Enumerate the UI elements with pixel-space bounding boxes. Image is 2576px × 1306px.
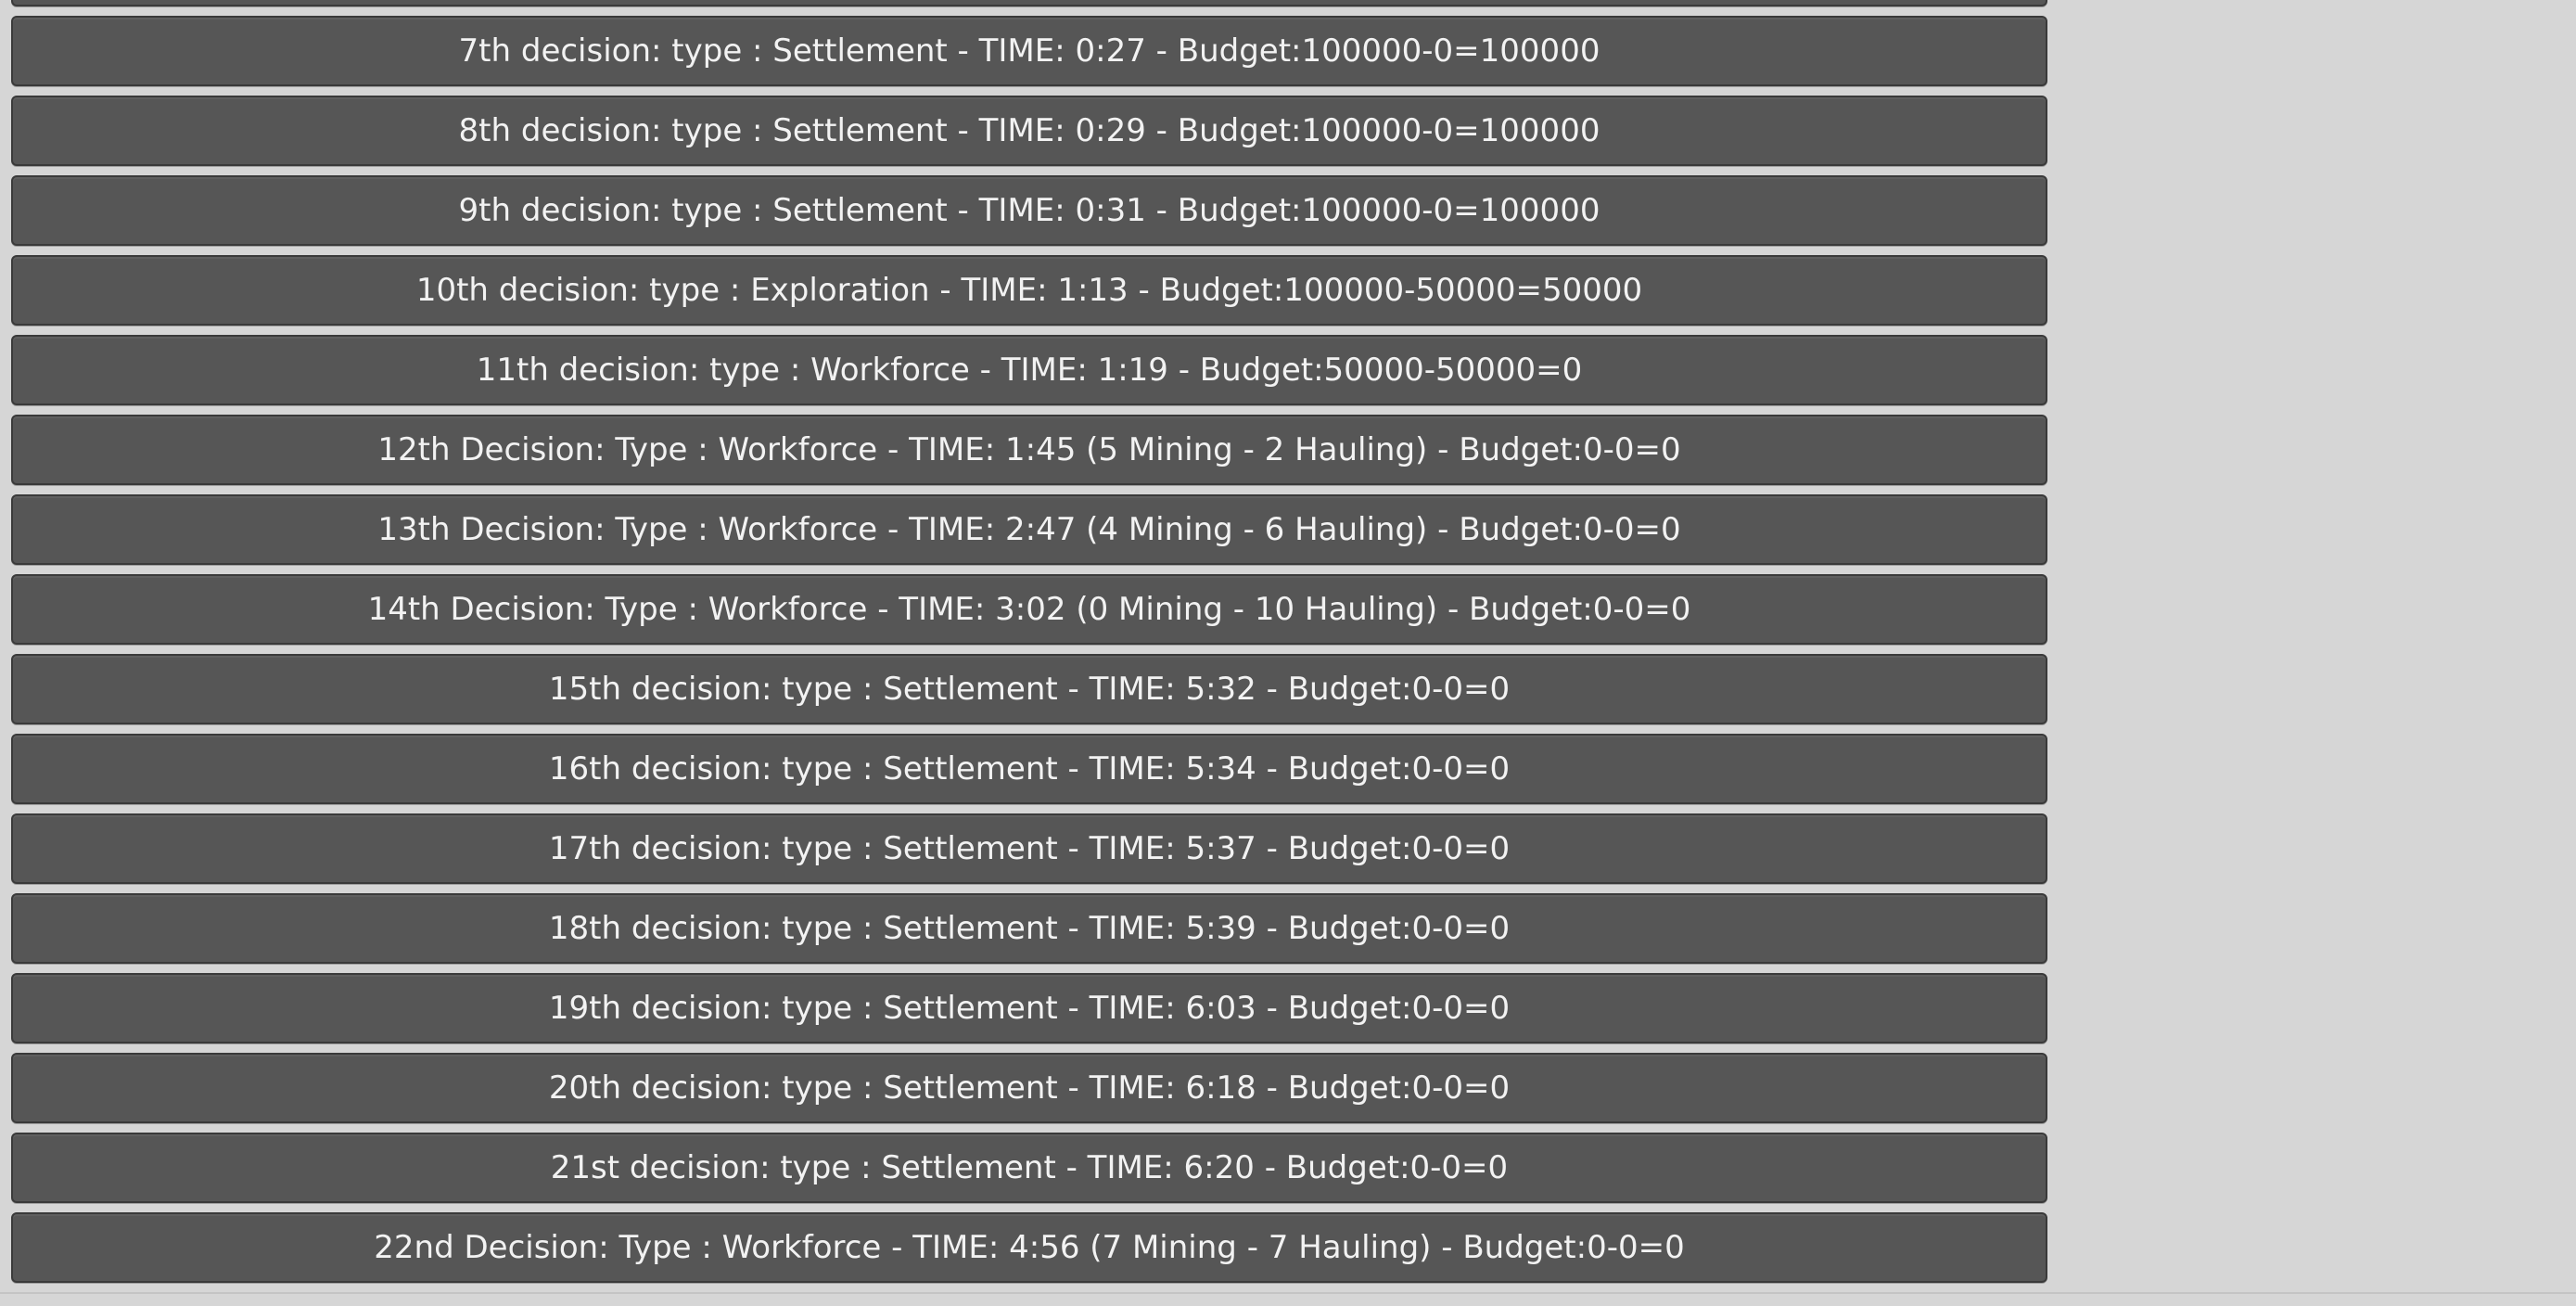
- decision-button-11[interactable]: 11th decision: type : Workforce - TIME: …: [11, 335, 2047, 405]
- decision-button-22[interactable]: 22nd Decision: Type : Workforce - TIME: …: [11, 1212, 2047, 1283]
- decision-button-20[interactable]: 20th decision: type : Settlement - TIME:…: [11, 1053, 2047, 1123]
- panel-bottom-divider: [0, 1292, 2576, 1294]
- decision-button-8[interactable]: 8th decision: type : Settlement - TIME: …: [11, 96, 2047, 166]
- decision-button-19[interactable]: 19th decision: type : Settlement - TIME:…: [11, 973, 2047, 1044]
- decision-button-9[interactable]: 9th decision: type : Settlement - TIME: …: [11, 175, 2047, 246]
- decision-button-18[interactable]: 18th decision: type : Settlement - TIME:…: [11, 893, 2047, 964]
- decision-button-10[interactable]: 10th decision: type : Exploration - TIME…: [11, 255, 2047, 326]
- decision-button-14[interactable]: 14th Decision: Type : Workforce - TIME: …: [11, 574, 2047, 645]
- decision-button-17[interactable]: 17th decision: type : Settlement - TIME:…: [11, 813, 2047, 884]
- decision-button-12[interactable]: 12th Decision: Type : Workforce - TIME: …: [11, 415, 2047, 485]
- decision-button-21[interactable]: 21st decision: type : Settlement - TIME:…: [11, 1133, 2047, 1203]
- decision-list: 7th decision: type : Settlement - TIME: …: [11, 0, 2047, 1292]
- decision-button-partial[interactable]: [11, 0, 2047, 6]
- decision-button-16[interactable]: 16th decision: type : Settlement - TIME:…: [11, 734, 2047, 804]
- decision-button-13[interactable]: 13th Decision: Type : Workforce - TIME: …: [11, 494, 2047, 565]
- decision-list-viewport[interactable]: 7th decision: type : Settlement - TIME: …: [0, 0, 2576, 1306]
- decision-button-15[interactable]: 15th decision: type : Settlement - TIME:…: [11, 654, 2047, 724]
- decision-button-7[interactable]: 7th decision: type : Settlement - TIME: …: [11, 16, 2047, 86]
